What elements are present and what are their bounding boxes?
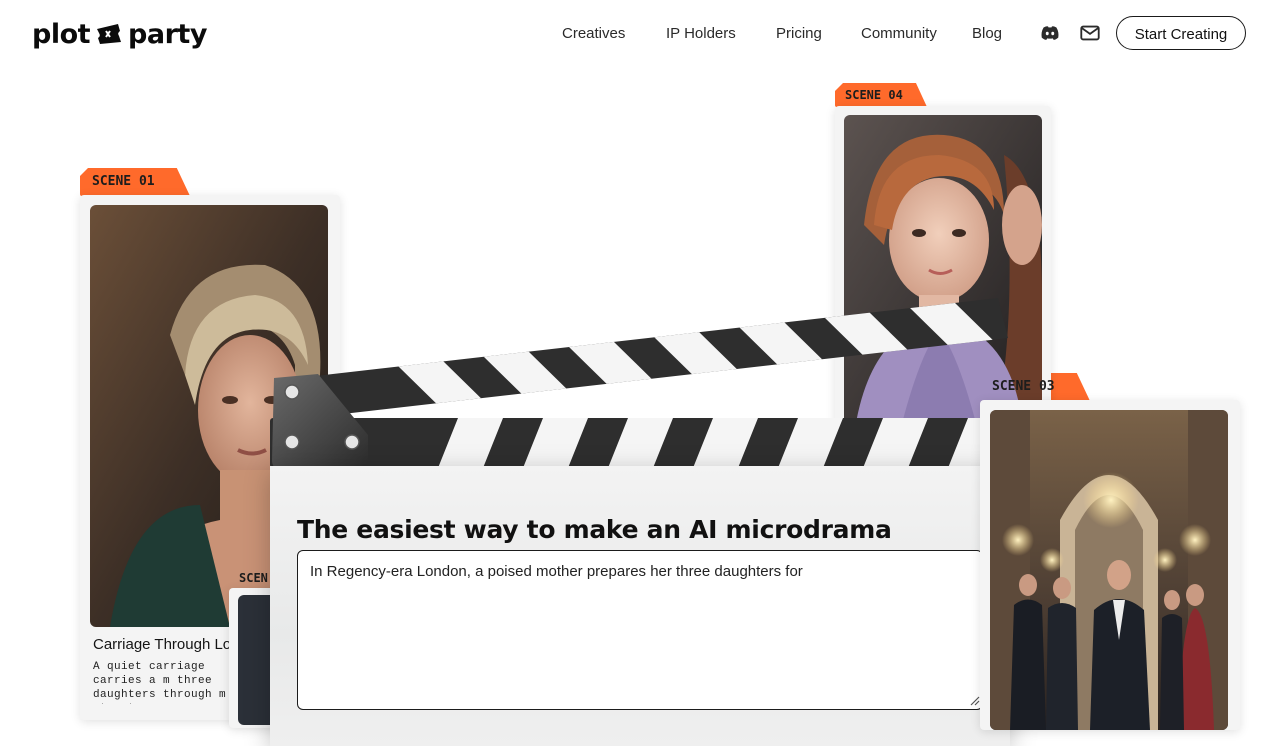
nav-link-pricing[interactable]: Pricing — [776, 22, 822, 46]
scene-03-image — [990, 410, 1228, 730]
nav-link-community[interactable]: Community — [861, 22, 937, 46]
scene-04-tag-label: SCENE 04 — [845, 88, 903, 102]
resize-handle-icon[interactable] — [968, 694, 980, 706]
scene-03-tag: SCENE 03 — [980, 373, 1090, 401]
scene-04-tag: SCENE 04 — [835, 83, 927, 107]
nav-link-blog[interactable]: Blog — [972, 22, 1002, 46]
nav-link-creatives[interactable]: Creatives — [562, 22, 625, 46]
scene-03-tag-label: SCENE 03 — [992, 379, 1055, 394]
clapper-stick-graphic — [270, 298, 1010, 468]
scene-01-tag-label: SCENE 01 — [92, 174, 155, 189]
scene-01-description: A quiet carriage carries a m three daugh… — [93, 661, 227, 704]
scene-01-title: Carriage Through Lon — [93, 636, 233, 653]
scene-card-03[interactable] — [980, 400, 1240, 730]
mail-icon[interactable] — [1079, 22, 1101, 44]
start-creating-button[interactable]: Start Creating — [1116, 16, 1246, 50]
hero-headline: The easiest way to make an AI microdrama — [297, 514, 892, 544]
scene-02-tag-label: SCEN — [239, 571, 268, 585]
story-prompt-input[interactable] — [297, 550, 983, 710]
scene-01-tag: SCENE 01 — [80, 168, 190, 196]
clapperboard: The easiest way to make an AI microdrama — [268, 290, 1016, 746]
discord-icon[interactable] — [1039, 22, 1061, 44]
nav-link-ip-holders[interactable]: IP Holders — [666, 22, 736, 46]
